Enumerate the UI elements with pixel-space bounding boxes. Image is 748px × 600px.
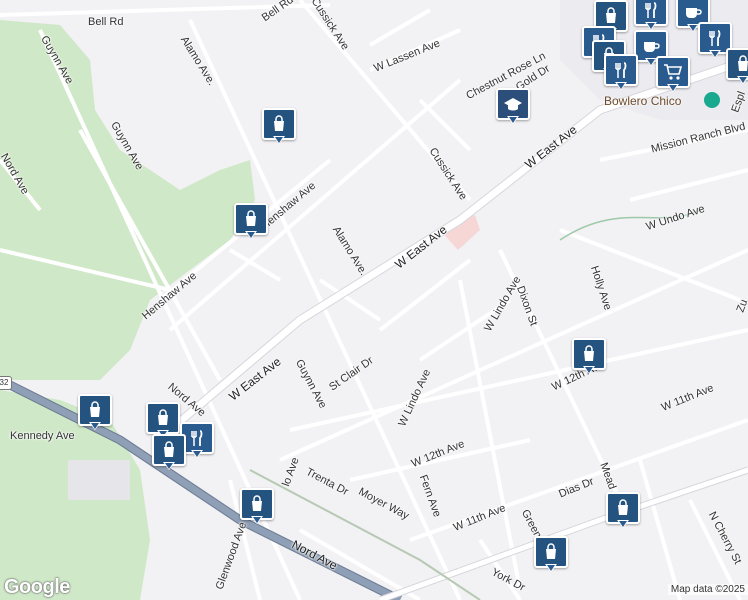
shopping-bag-marker[interactable] xyxy=(262,108,296,146)
shopping-bag-marker[interactable] xyxy=(606,492,640,530)
shopping-bag-marker[interactable] xyxy=(240,488,274,526)
place-label-bowlero-chico[interactable]: Bowlero Chico xyxy=(604,94,681,108)
shopping-bag-marker[interactable] xyxy=(534,536,568,574)
shopping-bag-marker[interactable] xyxy=(234,203,268,241)
shopping-bag-marker[interactable] xyxy=(572,338,606,376)
restaurant-marker[interactable] xyxy=(634,0,668,32)
map-attribution[interactable]: Map data ©2025 xyxy=(667,584,748,595)
shopping-bag-marker[interactable] xyxy=(78,394,112,432)
restaurant-marker[interactable] xyxy=(604,54,638,92)
shopping-bag-marker[interactable] xyxy=(152,434,186,472)
map-canvas[interactable]: Bell Rd Bell Rd Cussick Ave W Lassen Ave… xyxy=(0,0,748,600)
route-shield: 32 xyxy=(0,376,12,390)
street-label-bell-rd: Bell Rd xyxy=(88,16,124,28)
parking-lot xyxy=(68,460,130,500)
shopping-bag-marker[interactable] xyxy=(726,48,748,86)
shopping-cart-marker[interactable] xyxy=(656,56,690,94)
bowling-icon[interactable] xyxy=(704,92,720,108)
school-marker[interactable] xyxy=(496,88,530,126)
google-logo: Google xyxy=(4,576,70,598)
street-label-kennedy-ave: Kennedy Ave xyxy=(10,430,75,442)
